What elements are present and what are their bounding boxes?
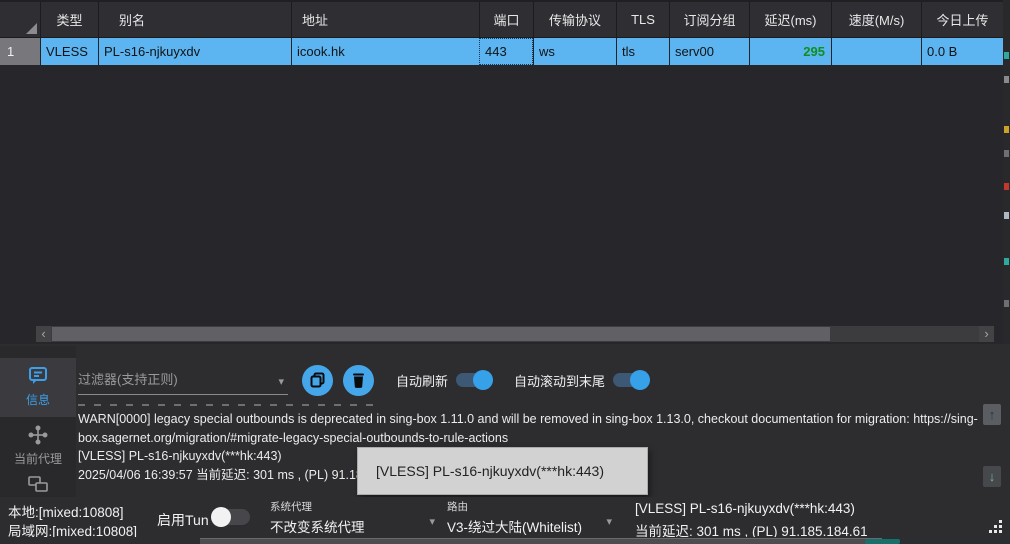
filter-input[interactable] [78,365,258,393]
chevron-down-icon: ▾ [429,515,435,528]
sliver-fragment [1004,300,1009,307]
tab-current-connections[interactable]: 当前连接 [0,467,76,497]
scroll-up-button[interactable]: ↑ [983,404,1001,425]
col-header-latency[interactable]: 延迟(ms) [749,2,831,37]
panel-sidebar: 信息 当前代理 当前连接 [0,346,76,497]
background-window-sliver [1003,0,1010,344]
table-row[interactable]: 1 VLESS PL-s16-njkuyxdv icook.hk 443 ws … [0,38,1003,65]
log-line: box.sagernet.org/migration/#migrate-lega… [78,429,980,448]
col-header-transport[interactable]: 传输协议 [533,2,616,37]
col-header-type[interactable]: 类型 [40,2,98,37]
background-window-edge [882,538,1010,544]
scrollbar-thumb[interactable] [52,327,830,341]
cell-address[interactable]: icook.hk [291,38,479,65]
arrow-down-icon: ↓ [989,469,996,484]
log-toolbar: ▾ 自动刷新 自动滚动到末尾 [78,362,659,398]
tab-info[interactable]: 信息 [0,358,76,417]
cell-latency[interactable]: 295 [749,38,831,65]
node-tooltip: [VLESS] PL-s16-njkuyxdv(***hk:443) [357,447,648,495]
trash-icon [352,373,365,388]
routing-value: V3-绕过大陆(Whitelist) [447,516,612,536]
row-number[interactable]: 1 [0,38,40,65]
log-line: WARN[0000] legacy special outbounds is d… [78,410,980,429]
copy-icon [310,372,325,388]
server-table: 类型 别名 地址 端口 传输协议 TLS 订阅分组 延迟(ms) 速度(M/s)… [0,0,1003,344]
toggle-knob [630,370,650,390]
sliver-fragment [1004,52,1009,59]
scroll-right-icon[interactable]: › [979,326,994,342]
computers-icon [27,475,49,496]
col-header-tls[interactable]: TLS [616,2,669,37]
corner-triangle-icon [26,23,37,34]
sliver-fragment [1004,183,1009,190]
chevron-down-icon[interactable]: ▾ [278,375,284,388]
message-icon [27,366,49,389]
share-nodes-icon [28,425,48,448]
auto-scroll-toggle[interactable] [613,373,649,387]
chevron-down-icon: ▾ [606,515,612,528]
tab-current-proxy[interactable]: 当前代理 [0,417,76,467]
cell-tls[interactable]: tls [616,38,669,65]
horizontal-scrollbar[interactable]: ‹ › [36,326,994,342]
table-header-row: 类型 别名 地址 端口 传输协议 TLS 订阅分组 延迟(ms) 速度(M/s)… [0,2,1003,38]
tab-info-label: 信息 [26,391,50,408]
sliver-fragment [1004,76,1009,83]
col-header-alias[interactable]: 别名 [98,2,291,37]
background-teal-fragment [865,539,900,544]
scroll-down-button[interactable]: ↓ [983,466,1001,487]
app-window: 类型 别名 地址 端口 传输协议 TLS 订阅分组 延迟(ms) 速度(M/s)… [0,0,1010,544]
tooltip-text: [VLESS] PL-s16-njkuyxdv(***hk:443) [376,463,604,479]
resize-grip[interactable] [985,519,1002,533]
system-proxy-value: 不改变系统代理 [270,516,435,536]
filter-combobox[interactable]: ▾ [78,365,288,395]
copy-log-button[interactable] [302,365,333,396]
clipped-log-line [78,404,378,409]
cell-alias[interactable]: PL-s16-njkuyxdv [98,38,291,65]
local-proxy-status: 本地:[mixed:10808] [8,501,124,521]
status-bar: 本地:[mixed:10808] 局域网:[mixed:10808] 启用Tun… [0,497,1010,537]
routing-select[interactable]: 路由 V3-绕过大陆(Whitelist) ▾ [447,499,612,541]
sliver-fragment [1004,258,1009,265]
col-header-port[interactable]: 端口 [479,2,533,37]
cell-upload[interactable]: 0.0 B [921,38,1003,65]
system-proxy-label: 系统代理 [270,499,435,514]
taskbar-sliver [0,537,1010,544]
select-all-corner[interactable] [0,2,40,37]
sliver-fragment [1004,126,1009,133]
background-window-edge [200,538,882,544]
routing-label: 路由 [447,499,612,514]
clear-log-button[interactable] [343,365,374,396]
enable-tun-toggle[interactable] [212,509,250,525]
auto-refresh-toggle[interactable] [456,373,492,387]
auto-scroll-label: 自动滚动到末尾 [514,371,605,390]
cell-type[interactable]: VLESS [40,38,98,65]
cell-transport[interactable]: ws [533,38,616,65]
scroll-left-icon[interactable]: ‹ [36,326,51,342]
enable-tun-label: 启用Tun [157,510,209,530]
auto-refresh-label: 自动刷新 [396,371,448,390]
active-node-status: [VLESS] PL-s16-njkuyxdv(***hk:443) [635,501,855,516]
col-header-address[interactable]: 地址 [291,2,479,37]
tab-current-proxy-label: 当前代理 [14,450,62,467]
col-header-group[interactable]: 订阅分组 [669,2,749,37]
col-header-speed[interactable]: 速度(M/s) [831,2,921,37]
system-proxy-select[interactable]: 系统代理 不改变系统代理 ▾ [270,499,435,541]
cell-group[interactable]: serv00 [669,38,749,65]
toggle-knob [473,370,493,390]
col-header-upload[interactable]: 今日上传 [921,2,1003,37]
toggle-knob [211,507,231,527]
cell-speed[interactable] [831,38,921,65]
arrow-up-icon: ↑ [989,407,996,422]
cell-port[interactable]: 443 [479,38,533,65]
sliver-fragment [1004,212,1009,219]
sliver-fragment [1004,150,1009,157]
scrollbar-track[interactable] [51,326,979,342]
